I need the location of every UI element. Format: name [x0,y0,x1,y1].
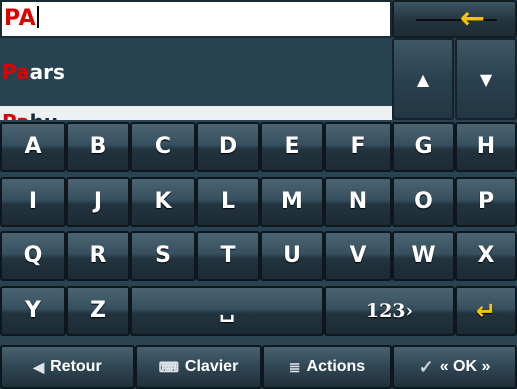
space-key[interactable]: ␣ [130,286,324,336]
left-arrow-icon: ← [459,1,485,36]
scroll-down-button[interactable]: ▼ [455,38,517,120]
ok-button[interactable]: ✓ « OK » [392,345,517,389]
space-icon: ␣ [219,298,235,323]
numbers-key[interactable]: 123› [324,286,455,336]
search-input[interactable]: PA [0,0,392,38]
keyboard-icon: ⌨ [158,358,179,375]
keyboard-label: Clavier [184,358,239,375]
text-caret [37,6,40,28]
down-triangle-icon: ▼ [479,70,493,89]
key-h[interactable]: H [455,122,517,172]
key-v[interactable]: V [324,231,392,281]
key-a[interactable]: A [0,122,66,172]
match-highlight: Pa [2,110,30,120]
list-item[interactable]: Pahu [0,106,392,120]
key-i[interactable]: I [0,177,66,227]
actions-label: Actions [306,358,366,375]
suggestion-list: Paars Pahu [0,38,392,120]
key-u[interactable]: U [260,231,324,281]
key-t[interactable]: T [196,231,260,281]
list-item[interactable]: Pa ars [0,38,392,106]
back-button[interactable]: ◀ Retour [0,345,135,389]
key-w[interactable]: W [392,231,455,281]
key-x[interactable]: X [455,231,517,281]
left-triangle-icon: ◀ [33,358,45,375]
match-highlight: Pa [2,60,30,84]
key-g[interactable]: G [392,122,455,172]
key-c[interactable]: C [130,122,196,172]
enter-icon: ↵ [475,297,497,325]
up-triangle-icon: ▲ [416,70,430,89]
enter-key[interactable]: ↵ [455,286,517,336]
key-e[interactable]: E [260,122,324,172]
ok-label: « OK » [439,358,491,375]
key-q[interactable]: Q [0,231,66,281]
key-l[interactable]: L [196,177,260,227]
keyboard-button[interactable]: ⌨ Clavier [135,345,262,389]
search-text: PA [4,6,37,31]
scroll-up-button[interactable]: ▲ [392,38,454,120]
key-r[interactable]: R [66,231,130,281]
backspace-button[interactable]: ← [392,0,517,38]
key-f[interactable]: F [324,122,392,172]
key-d[interactable]: D [196,122,260,172]
key-j[interactable]: J [66,177,130,227]
key-o[interactable]: O [392,177,455,227]
key-z[interactable]: Z [66,286,130,336]
key-b[interactable]: B [66,122,130,172]
check-icon: ✓ [418,356,434,377]
key-n[interactable]: N [324,177,392,227]
key-m[interactable]: M [260,177,324,227]
list-item-rest: ars [29,60,65,84]
back-label: Retour [50,358,102,375]
key-p[interactable]: P [455,177,517,227]
key-k[interactable]: K [130,177,196,227]
actions-button[interactable]: ≣ Actions [262,345,392,389]
list-item-rest: hu [30,110,58,120]
list-zoom-icon: ≣ [288,358,301,375]
key-y[interactable]: Y [0,286,66,336]
key-s[interactable]: S [130,231,196,281]
